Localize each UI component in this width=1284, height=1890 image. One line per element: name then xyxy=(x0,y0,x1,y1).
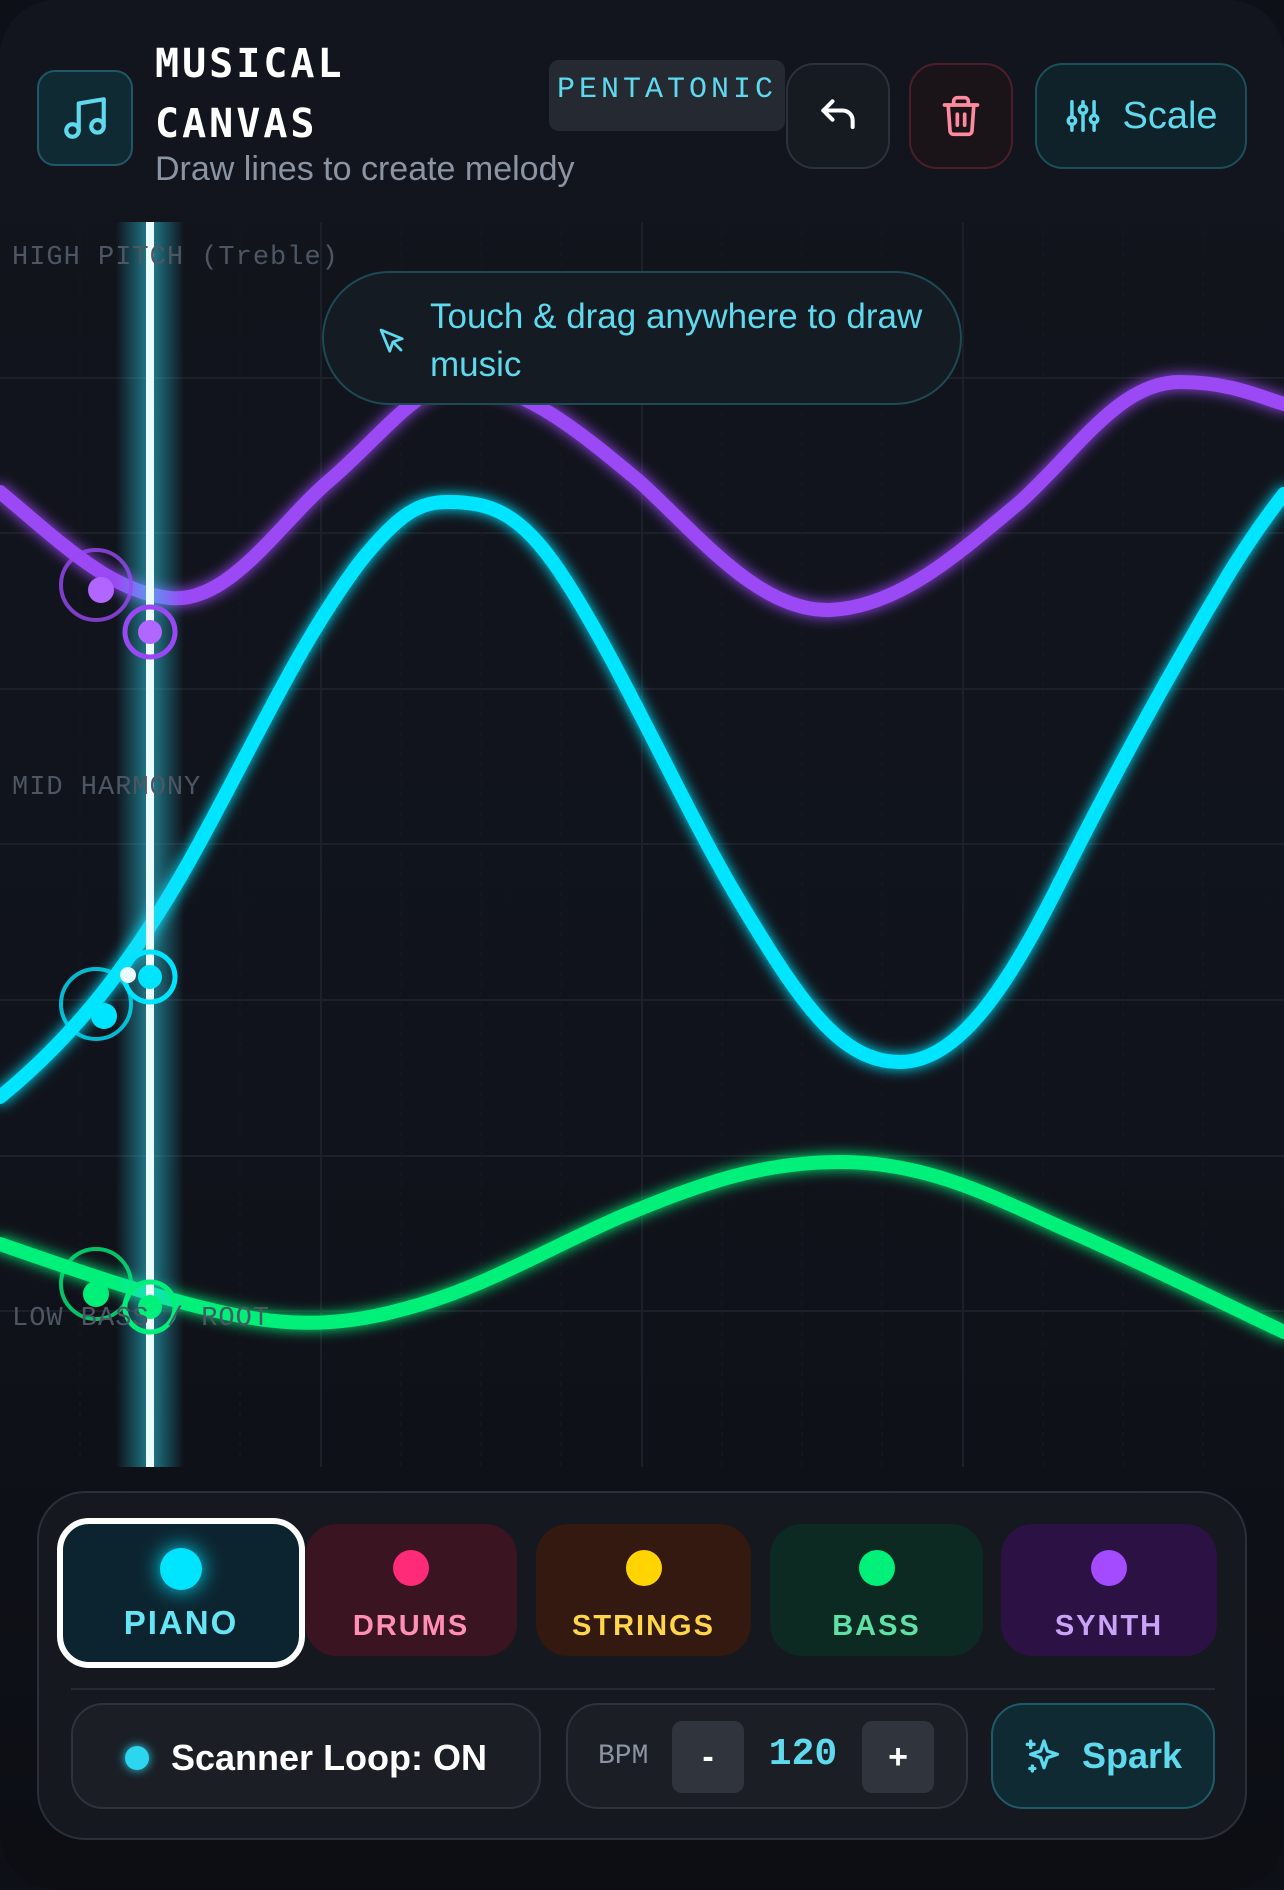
instrument-synth[interactable]: SYNTH xyxy=(1001,1524,1217,1656)
loop-status-dot xyxy=(125,1746,149,1770)
scale-badge: PENTATONIC xyxy=(549,60,785,131)
spark-button[interactable]: Spark xyxy=(991,1703,1215,1809)
synth-note-dot-1 xyxy=(88,577,114,603)
scale-button-label: Scale xyxy=(1122,94,1218,137)
scanner-loop-label: Scanner Loop: ON xyxy=(171,1737,488,1778)
spark-button-label: Spark xyxy=(1081,1735,1183,1776)
piano-note-spark xyxy=(120,967,136,983)
strings-color-dot xyxy=(625,1550,662,1586)
clear-button[interactable] xyxy=(909,63,1013,169)
piano-color-dot xyxy=(160,1548,202,1590)
bpm-value: 120 xyxy=(768,1733,838,1776)
synth-note-dot-2 xyxy=(138,620,162,644)
canvas-svg xyxy=(0,222,1284,1467)
control-panel: PIANO DRUMS STRINGS BASS SYNTH Scanner L… xyxy=(37,1491,1247,1840)
bpm-label: BPM xyxy=(598,1741,649,1772)
bpm-increase-button[interactable]: + xyxy=(862,1721,934,1793)
bpm-control: BPM - 120 + xyxy=(566,1703,968,1809)
zone-label-mid: MID HARMONY xyxy=(12,773,202,803)
piano-note-dot-1 xyxy=(91,1003,117,1029)
instrument-piano[interactable]: PIANO xyxy=(57,1518,305,1668)
zone-label-low: LOW BASS / ROOT xyxy=(12,1304,271,1334)
instrument-label: SYNTH xyxy=(1054,1610,1164,1642)
instrument-label: STRINGS xyxy=(572,1610,715,1642)
music-note-icon xyxy=(64,97,106,139)
app-logo xyxy=(37,70,133,166)
header: MUSICAL CANVAS Draw lines to create melo… xyxy=(0,0,1284,222)
trash-icon xyxy=(942,95,980,137)
zone-label-high: HIGH PITCH (Treble) xyxy=(12,243,339,273)
bass-color-dot xyxy=(858,1550,895,1586)
instrument-drums[interactable]: DRUMS xyxy=(305,1524,517,1656)
undo-icon xyxy=(821,99,855,130)
scanner-loop-toggle[interactable]: Scanner Loop: ON xyxy=(71,1703,541,1809)
synth-color-dot xyxy=(1091,1550,1127,1586)
draw-hint-text: Touch & drag anywhere to draw music xyxy=(430,297,923,384)
scale-button[interactable]: Scale xyxy=(1035,63,1247,169)
panel-divider xyxy=(71,1688,1215,1690)
drawing-canvas[interactable]: HIGH PITCH (Treble) MID HARMONY LOW BASS… xyxy=(0,222,1284,1467)
bpm-decrease-button[interactable]: - xyxy=(672,1721,744,1793)
app-title-line-1: MUSICAL xyxy=(155,41,345,87)
instrument-label: DRUMS xyxy=(352,1610,470,1642)
draw-hint: Touch & drag anywhere to draw music xyxy=(322,271,962,405)
drums-color-dot xyxy=(393,1550,429,1586)
sliders-icon xyxy=(1067,100,1100,132)
app-title: MUSICAL CANVAS xyxy=(155,34,495,154)
instrument-label: BASS xyxy=(832,1610,921,1642)
instrument-bass[interactable]: BASS xyxy=(770,1524,983,1656)
instrument-label: PIANO xyxy=(123,1604,239,1641)
app-subtitle: Draw lines to create melody xyxy=(155,150,575,188)
pointer-icon xyxy=(379,328,404,353)
app-title-line-2: CANVAS xyxy=(155,101,318,147)
undo-button[interactable] xyxy=(786,63,890,169)
instrument-strings[interactable]: STRINGS xyxy=(536,1524,751,1656)
sparkles-icon xyxy=(1025,1739,1059,1773)
piano-note-dot-2 xyxy=(138,965,162,989)
app-root: MUSICAL CANVAS Draw lines to create melo… xyxy=(0,0,1284,1890)
